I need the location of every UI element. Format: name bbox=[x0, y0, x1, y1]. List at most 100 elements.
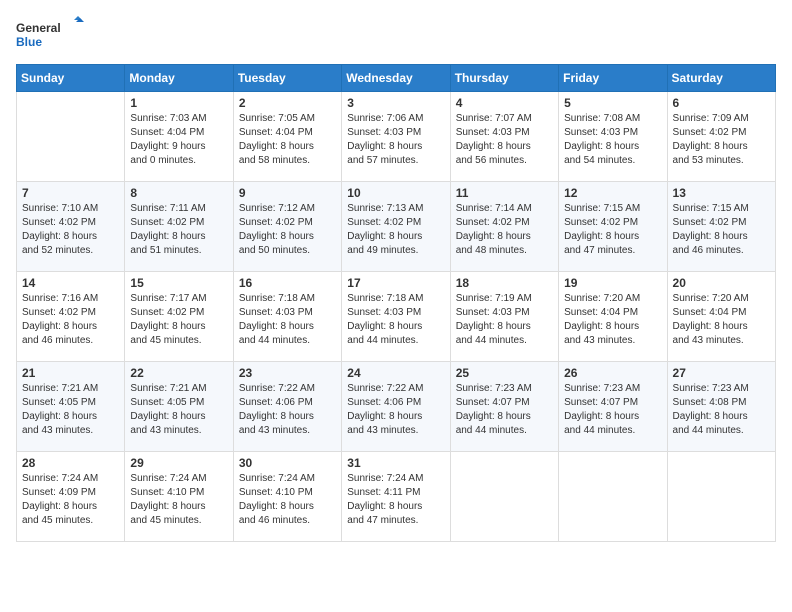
day-cell-20: 20 Sunrise: 7:20 AMSunset: 4:04 PMDayligh… bbox=[667, 272, 775, 362]
day-number: 22 bbox=[130, 366, 227, 380]
weekday-header-sunday: Sunday bbox=[17, 65, 125, 92]
day-info: Sunrise: 7:09 AMSunset: 4:02 PMDaylight:… bbox=[673, 112, 770, 168]
day-cell-24: 24Sunrise: 7:22 AMSunset: 4:06 PMDayligh… bbox=[342, 362, 450, 452]
day-number: 28 bbox=[22, 456, 119, 470]
day-number: 26 bbox=[564, 366, 661, 380]
day-number: 27 bbox=[673, 366, 770, 380]
day-cell-17: 17 Sunrise: 7:18 AMSunset: 4:03 PMDayligh… bbox=[342, 272, 450, 362]
day-info: Sunrise: 7:23 AMSunset: 4:07 PMDaylight:… bbox=[456, 382, 553, 438]
day-info: Sunrise: 7:24 AMSunset: 4:11 PMDaylight:… bbox=[347, 472, 444, 528]
day-number: 9 bbox=[239, 186, 336, 200]
day-cell-14: 14Sunrise: 7:16 AMSunset: 4:02 PMDayligh… bbox=[17, 272, 125, 362]
day-info: Sunrise: 7:13 AMSunset: 4:02 PMDaylight:… bbox=[347, 202, 444, 258]
day-info: Sunrise: 7:24 AMSunset: 4:10 PMDaylight:… bbox=[239, 472, 336, 528]
day-info: Sunrise: 7:10 AMSunset: 4:02 PMDaylight:… bbox=[22, 202, 119, 258]
day-number: 10 bbox=[347, 186, 444, 200]
day-number: 23 bbox=[239, 366, 336, 380]
day-cell-1: 1 Sunrise: 7:03 AMSunset: 4:04 PMDaylight… bbox=[125, 92, 233, 182]
day-info: Sunrise: 7:21 AMSunset: 4:05 PMDaylight:… bbox=[22, 382, 119, 438]
day-info: Sunrise: 7:20 AMSunset: 4:04 PMDaylight:… bbox=[673, 292, 770, 348]
day-cell-9: 9Sunrise: 7:12 AMSunset: 4:02 PMDaylight… bbox=[233, 182, 341, 272]
week-row-4: 21 Sunrise: 7:21 AMSunset: 4:05 PMDayligh… bbox=[17, 362, 776, 452]
day-info: Sunrise: 7:16 AMSunset: 4:02 PMDaylight:… bbox=[22, 292, 119, 348]
weekday-header-wednesday: Wednesday bbox=[342, 65, 450, 92]
day-cell-7: 7Sunrise: 7:10 AMSunset: 4:02 PMDaylight… bbox=[17, 182, 125, 272]
day-cell-21: 21 Sunrise: 7:21 AMSunset: 4:05 PMDayligh… bbox=[17, 362, 125, 452]
day-cell-26: 26 Sunrise: 7:23 AMSunset: 4:07 PMDayligh… bbox=[559, 362, 667, 452]
week-row-1: 1 Sunrise: 7:03 AMSunset: 4:04 PMDaylight… bbox=[17, 92, 776, 182]
day-info: Sunrise: 7:24 AMSunset: 4:09 PMDaylight:… bbox=[22, 472, 119, 528]
day-number: 17 bbox=[347, 276, 444, 290]
day-number: 13 bbox=[673, 186, 770, 200]
day-number: 3 bbox=[347, 96, 444, 110]
calendar-table: SundayMondayTuesdayWednesdayThursdayFrid… bbox=[16, 64, 776, 542]
day-cell-10: 10 Sunrise: 7:13 AMSunset: 4:02 PMDayligh… bbox=[342, 182, 450, 272]
logo: General Blue bbox=[16, 16, 86, 52]
day-number: 29 bbox=[130, 456, 227, 470]
logo-svg: General Blue bbox=[16, 16, 86, 52]
day-number: 11 bbox=[456, 186, 553, 200]
day-number: 6 bbox=[673, 96, 770, 110]
day-cell-28: 28 Sunrise: 7:24 AMSunset: 4:09 PMDayligh… bbox=[17, 452, 125, 542]
day-cell-2: 2 Sunrise: 7:05 AMSunset: 4:04 PMDaylight… bbox=[233, 92, 341, 182]
day-cell-12: 12 Sunrise: 7:15 AMSunset: 4:02 PMDayligh… bbox=[559, 182, 667, 272]
day-info: Sunrise: 7:07 AMSunset: 4:03 PMDaylight:… bbox=[456, 112, 553, 168]
day-number: 12 bbox=[564, 186, 661, 200]
day-info: Sunrise: 7:14 AMSunset: 4:02 PMDaylight:… bbox=[456, 202, 553, 258]
weekday-header-friday: Friday bbox=[559, 65, 667, 92]
day-info: Sunrise: 7:08 AMSunset: 4:03 PMDaylight:… bbox=[564, 112, 661, 168]
day-cell-22: 22 Sunrise: 7:21 AMSunset: 4:05 PMDayligh… bbox=[125, 362, 233, 452]
day-cell-30: 30 Sunrise: 7:24 AMSunset: 4:10 PMDayligh… bbox=[233, 452, 341, 542]
day-cell-13: 13Sunrise: 7:15 AMSunset: 4:02 PMDayligh… bbox=[667, 182, 775, 272]
day-number: 25 bbox=[456, 366, 553, 380]
week-row-2: 7Sunrise: 7:10 AMSunset: 4:02 PMDaylight… bbox=[17, 182, 776, 272]
empty-cell bbox=[17, 92, 125, 182]
day-cell-18: 18 Sunrise: 7:19 AMSunset: 4:03 PMDayligh… bbox=[450, 272, 558, 362]
day-info: Sunrise: 7:24 AMSunset: 4:10 PMDaylight:… bbox=[130, 472, 227, 528]
svg-text:General: General bbox=[16, 21, 61, 35]
day-cell-11: 11 Sunrise: 7:14 AMSunset: 4:02 PMDayligh… bbox=[450, 182, 558, 272]
day-number: 16 bbox=[239, 276, 336, 290]
day-info: Sunrise: 7:18 AMSunset: 4:03 PMDaylight:… bbox=[347, 292, 444, 348]
day-number: 2 bbox=[239, 96, 336, 110]
day-cell-19: 19Sunrise: 7:20 AMSunset: 4:04 PMDayligh… bbox=[559, 272, 667, 362]
day-info: Sunrise: 7:17 AMSunset: 4:02 PMDaylight:… bbox=[130, 292, 227, 348]
week-row-5: 28 Sunrise: 7:24 AMSunset: 4:09 PMDayligh… bbox=[17, 452, 776, 542]
day-cell-5: 5 Sunrise: 7:08 AMSunset: 4:03 PMDaylight… bbox=[559, 92, 667, 182]
header: General Blue bbox=[16, 16, 776, 52]
day-info: Sunrise: 7:11 AMSunset: 4:02 PMDaylight:… bbox=[130, 202, 227, 258]
empty-cell bbox=[559, 452, 667, 542]
day-number: 5 bbox=[564, 96, 661, 110]
day-number: 24 bbox=[347, 366, 444, 380]
day-cell-23: 23Sunrise: 7:22 AMSunset: 4:06 PMDayligh… bbox=[233, 362, 341, 452]
day-number: 30 bbox=[239, 456, 336, 470]
empty-cell bbox=[667, 452, 775, 542]
day-number: 4 bbox=[456, 96, 553, 110]
day-cell-8: 8 Sunrise: 7:11 AMSunset: 4:02 PMDaylight… bbox=[125, 182, 233, 272]
day-cell-27: 27Sunrise: 7:23 AMSunset: 4:08 PMDayligh… bbox=[667, 362, 775, 452]
weekday-header-tuesday: Tuesday bbox=[233, 65, 341, 92]
day-number: 21 bbox=[22, 366, 119, 380]
day-number: 18 bbox=[456, 276, 553, 290]
day-cell-31: 31 Sunrise: 7:24 AMSunset: 4:11 PMDayligh… bbox=[342, 452, 450, 542]
day-cell-3: 3Sunrise: 7:06 AMSunset: 4:03 PMDaylight… bbox=[342, 92, 450, 182]
day-info: Sunrise: 7:15 AMSunset: 4:02 PMDaylight:… bbox=[564, 202, 661, 258]
day-number: 31 bbox=[347, 456, 444, 470]
day-info: Sunrise: 7:18 AMSunset: 4:03 PMDaylight:… bbox=[239, 292, 336, 348]
day-number: 1 bbox=[130, 96, 227, 110]
day-info: Sunrise: 7:05 AMSunset: 4:04 PMDaylight:… bbox=[239, 112, 336, 168]
weekday-header-saturday: Saturday bbox=[667, 65, 775, 92]
svg-text:Blue: Blue bbox=[16, 35, 42, 49]
day-info: Sunrise: 7:23 AMSunset: 4:07 PMDaylight:… bbox=[564, 382, 661, 438]
day-info: Sunrise: 7:20 AMSunset: 4:04 PMDaylight:… bbox=[564, 292, 661, 348]
day-info: Sunrise: 7:19 AMSunset: 4:03 PMDaylight:… bbox=[456, 292, 553, 348]
day-cell-16: 16 Sunrise: 7:18 AMSunset: 4:03 PMDayligh… bbox=[233, 272, 341, 362]
day-info: Sunrise: 7:03 AMSunset: 4:04 PMDaylight:… bbox=[130, 112, 227, 168]
day-cell-15: 15Sunrise: 7:17 AMSunset: 4:02 PMDayligh… bbox=[125, 272, 233, 362]
day-info: Sunrise: 7:21 AMSunset: 4:05 PMDaylight:… bbox=[130, 382, 227, 438]
empty-cell bbox=[450, 452, 558, 542]
weekday-header-row: SundayMondayTuesdayWednesdayThursdayFrid… bbox=[17, 65, 776, 92]
day-cell-29: 29 Sunrise: 7:24 AMSunset: 4:10 PMDayligh… bbox=[125, 452, 233, 542]
day-number: 8 bbox=[130, 186, 227, 200]
day-number: 20 bbox=[673, 276, 770, 290]
